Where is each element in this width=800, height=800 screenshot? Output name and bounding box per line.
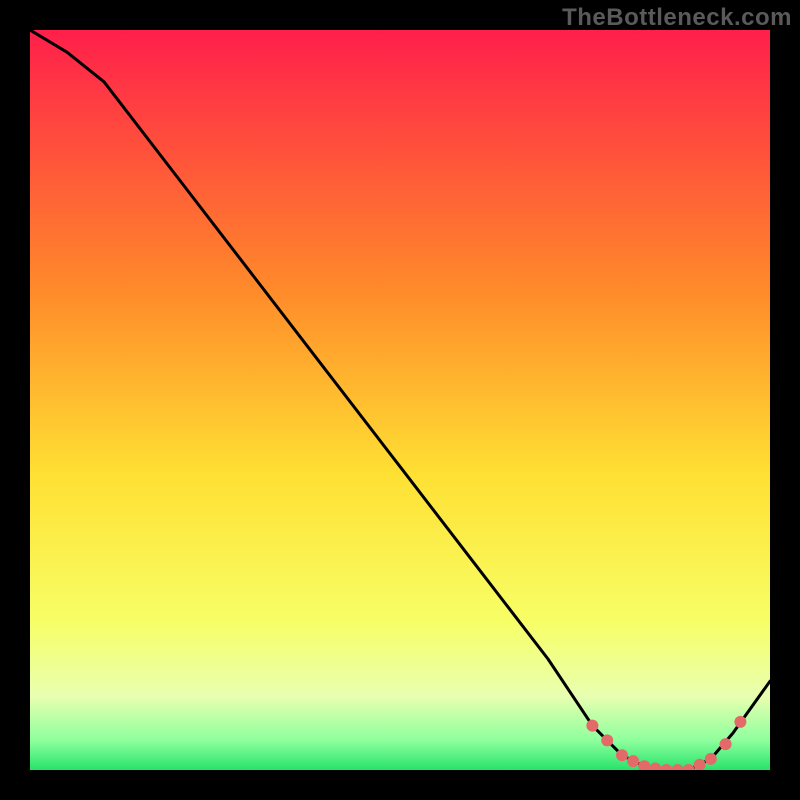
curve-marker: [720, 738, 732, 750]
curve-marker: [627, 755, 639, 767]
chart-frame: TheBottleneck.com: [0, 0, 800, 800]
curve-marker: [601, 734, 613, 746]
curve-marker: [616, 749, 628, 761]
plot-area: [30, 30, 770, 770]
curve-marker: [705, 753, 717, 765]
curve-marker: [586, 720, 598, 732]
watermark-text: TheBottleneck.com: [562, 4, 792, 32]
curve-marker: [734, 716, 746, 728]
gradient-background: [30, 30, 770, 770]
bottleneck-chart: [30, 30, 770, 770]
